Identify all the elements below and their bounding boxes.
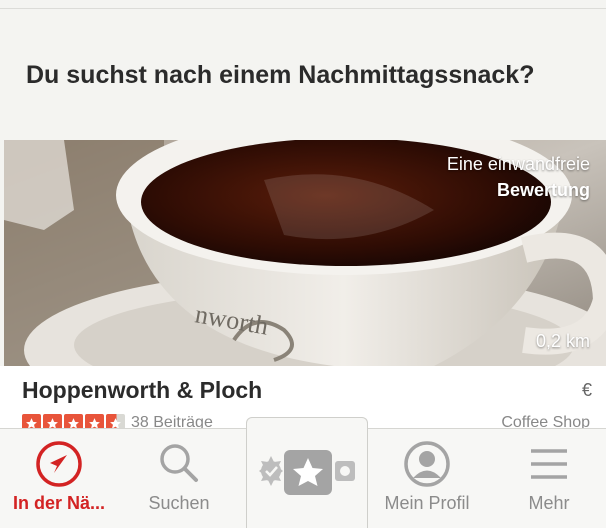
top-divider	[0, 8, 606, 9]
tab-profile[interactable]: Mein Profil	[368, 429, 486, 528]
add-review-tab[interactable]	[246, 417, 368, 528]
review-star-camera-icon	[259, 450, 355, 495]
photo-caption-line1: Eine einwandfreie	[446, 154, 590, 174]
tab-label-search: Suchen	[148, 493, 210, 513]
section-headline: Du suchst nach einem Nachmittagssnack?	[26, 61, 535, 89]
tab-nearby[interactable]: In der Nä...	[0, 429, 118, 528]
tab-more[interactable]: Mehr	[490, 429, 606, 528]
business-name[interactable]: Hoppenworth & Ploch	[22, 377, 262, 404]
tab-label-profile: Mein Profil	[384, 493, 470, 513]
photo-caption-line2: Bewertung	[496, 180, 590, 200]
distance-label: 0,2 km	[535, 331, 590, 351]
profile-icon	[404, 441, 450, 487]
tab-label-more: Mehr	[528, 493, 570, 513]
search-icon	[160, 444, 198, 482]
menu-lines-icon	[531, 449, 567, 479]
tab-label-nearby: In der Nä...	[12, 493, 106, 513]
location-arrow-icon	[36, 441, 82, 487]
price-level: €	[581, 380, 592, 400]
screen: Du suchst nach einem Nachmittagssnack? n…	[0, 0, 606, 528]
tab-search[interactable]: Suchen	[120, 429, 238, 528]
